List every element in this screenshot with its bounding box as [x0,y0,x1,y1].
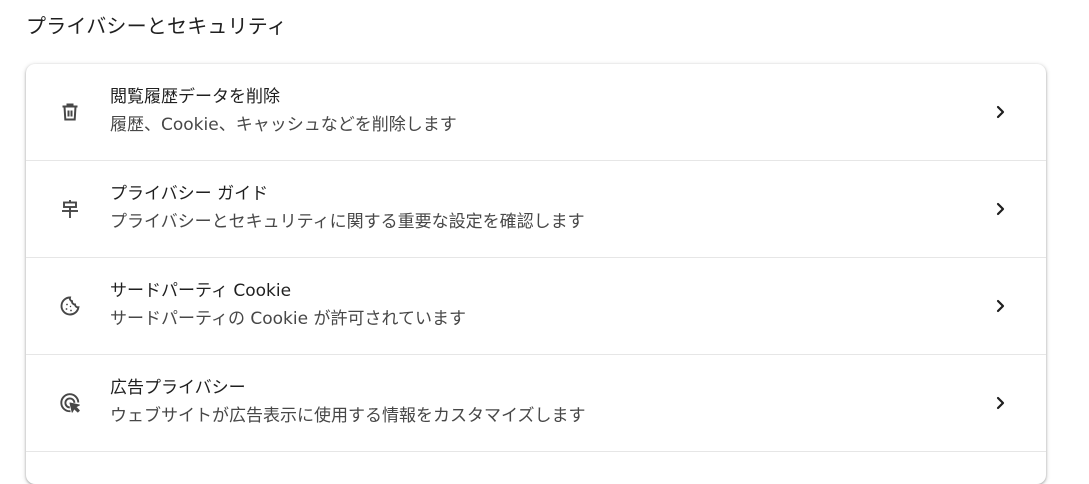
privacy-guide-row[interactable]: プライバシー ガイド プライバシーとセキュリティに関する重要な設定を確認します [26,161,1046,258]
row-sublabel: 履歴、Cookie、キャッシュなどを削除します [110,115,457,135]
chevron-right-icon [988,391,1012,415]
row-label: 閲覧履歴データを削除 [110,87,280,107]
row-text: サードパーティ Cookie サードパーティの Cookie が許可されています [110,277,966,333]
ad-privacy-row[interactable]: 広告プライバシー ウェブサイトが広告表示に使用する情報をカスタマイズします [26,355,1046,452]
row-sublabel: プライバシーとセキュリティに関する重要な設定を確認します [110,212,585,232]
third-party-cookies-row[interactable]: サードパーティ Cookie サードパーティの Cookie が許可されています [26,258,1046,355]
row-text: プライバシー ガイド プライバシーとセキュリティに関する重要な設定を確認します [110,180,966,236]
row-label: 広告プライバシー [110,378,246,398]
chevron-right-icon [988,197,1012,221]
ad-privacy-icon [58,391,82,415]
cookie-icon [58,294,82,318]
row-sublabel: サードパーティの Cookie が許可されています [110,309,466,329]
row-text: 広告プライバシー ウェブサイトが広告表示に使用する情報をカスタマイズします [110,374,966,430]
signpost-icon [58,197,82,221]
clear-browsing-data-row[interactable]: 閲覧履歴データを削除 履歴、Cookie、キャッシュなどを削除します [26,64,1046,161]
privacy-settings-card: 閲覧履歴データを削除 履歴、Cookie、キャッシュなどを削除します プライバシ… [26,64,1046,484]
chevron-right-icon [988,294,1012,318]
section-title: プライバシーとセキュリティ [26,14,287,38]
chevron-right-icon [988,100,1012,124]
row-text: 閲覧履歴データを削除 履歴、Cookie、キャッシュなどを削除します [110,83,966,139]
row-label: プライバシー ガイド [110,184,269,204]
trash-icon [58,100,82,124]
row-sublabel: ウェブサイトが広告表示に使用する情報をカスタマイズします [110,406,586,426]
row-label: サードパーティ Cookie [110,281,292,301]
